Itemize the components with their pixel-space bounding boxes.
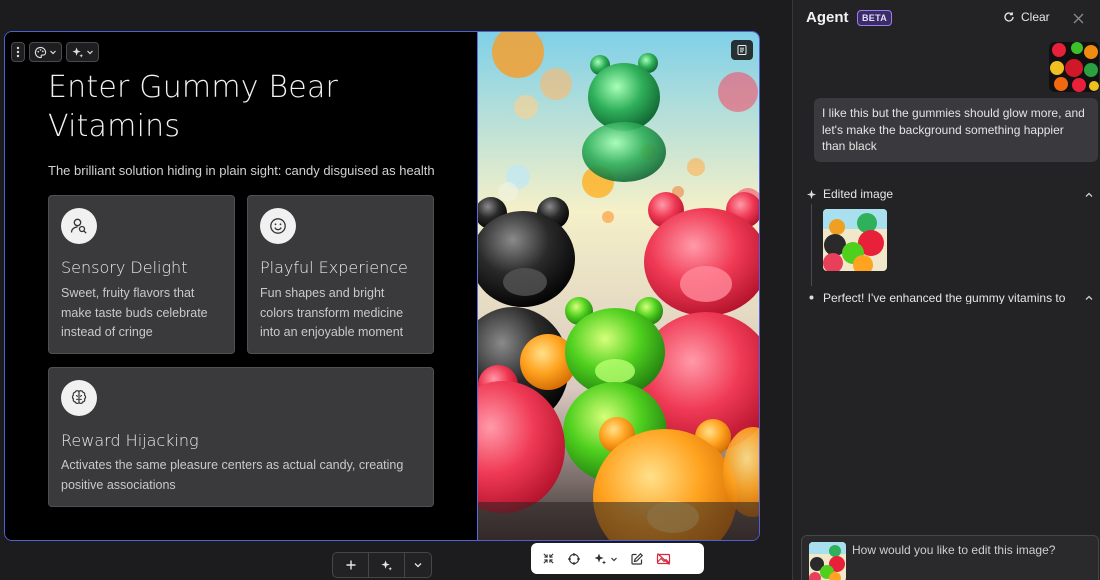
card-text: Sweet, fruity flavors that make taste bu… — [61, 286, 208, 339]
beta-badge: BETA — [857, 10, 893, 26]
feature-card[interactable]: Reward Hijacking Activates the same plea… — [48, 367, 434, 507]
ai-generate-button[interactable] — [369, 553, 405, 577]
vertical-dots-icon — [16, 46, 20, 58]
sparkle-icon — [72, 46, 84, 58]
slide-title[interactable]: Enter Gummy Bear Vitamins — [48, 68, 448, 146]
close-button[interactable] — [1073, 11, 1084, 27]
bullet-dot-icon — [809, 295, 814, 300]
more-options-button[interactable] — [11, 42, 25, 62]
step-label: Edited image — [823, 187, 894, 201]
chevron-down-icon — [611, 557, 617, 561]
crosshair-icon — [568, 552, 580, 565]
ai-magic-button[interactable] — [66, 42, 99, 62]
agent-reply-text: Perfect! I've enhanced the gummy vitamin… — [823, 291, 1066, 304]
canvas-area: Enter Gummy Bear Vitamins The brilliant … — [0, 0, 792, 580]
close-icon — [1073, 13, 1084, 24]
chevron-up-icon — [1085, 192, 1093, 197]
agent-panel: Agent BETA Clear I like this but the gum… — [792, 0, 1100, 580]
agent-title: Agent — [806, 9, 849, 26]
slide-text-panel[interactable]: Enter Gummy Bear Vitamins The brilliant … — [5, 32, 477, 540]
chevron-down-icon — [87, 50, 93, 55]
step-agent-reply[interactable]: Perfect! I've enhanced the gummy vitamin… — [806, 291, 1094, 304]
sparkle-icon — [381, 559, 393, 571]
pencil-square-icon — [631, 552, 644, 565]
card-text: Fun shapes and bright colors transform m… — [260, 286, 404, 339]
collapse-arrows-icon — [543, 553, 554, 564]
input-image-thumbnail[interactable] — [809, 542, 846, 580]
add-options-dropdown[interactable] — [405, 553, 431, 577]
collapse-button[interactable] — [537, 548, 560, 570]
chevron-down-icon — [414, 563, 422, 568]
step-connector — [811, 204, 812, 286]
sparkle-icon — [806, 189, 817, 199]
attached-image-thumbnail[interactable] — [1049, 42, 1099, 92]
person-search-icon — [61, 208, 97, 244]
document-icon — [737, 45, 747, 55]
edited-image-thumbnail[interactable] — [823, 209, 887, 271]
edit-image-button[interactable] — [625, 548, 649, 570]
clear-label: Clear — [1021, 10, 1050, 24]
remove-image-button[interactable] — [651, 548, 676, 570]
image-off-icon — [656, 552, 671, 565]
image-notes-button[interactable] — [731, 40, 753, 60]
user-message: I like this but the gummies should glow … — [814, 98, 1098, 162]
slide-toolbar — [11, 42, 99, 62]
card-text: Activates the same pleasure centers as a… — [61, 458, 404, 492]
gummy-bears-image — [478, 32, 759, 540]
refresh-icon — [1004, 12, 1014, 22]
image-toolbar — [531, 543, 704, 574]
brain-icon — [61, 380, 97, 416]
slide-image[interactable] — [477, 32, 759, 540]
slide-add-toolbar — [332, 552, 432, 578]
gummy-thumbnail-image — [1049, 42, 1099, 92]
card-title: Playful Experience — [260, 258, 408, 277]
card-title: Reward Hijacking — [61, 431, 199, 450]
plus-icon — [346, 560, 355, 570]
chat-input[interactable]: How would you like to edit this image? — [801, 535, 1099, 580]
chevron-up-icon — [1085, 295, 1093, 300]
focus-point-button[interactable] — [562, 548, 586, 570]
clear-button[interactable]: Clear — [1003, 10, 1050, 24]
palette-icon — [34, 46, 47, 58]
theme-button[interactable] — [29, 42, 62, 62]
ai-edit-image-button[interactable] — [588, 548, 623, 570]
feature-card[interactable]: Sensory Delight Sweet, fruity flavors th… — [48, 195, 235, 354]
card-title: Sensory Delight — [61, 258, 188, 277]
slide-subtitle[interactable]: The brilliant solution hiding in plain s… — [48, 163, 435, 178]
gummy-edited-thumbnail-image — [823, 209, 887, 271]
smiley-face-icon — [260, 208, 296, 244]
feature-card[interactable]: Playful Experience Fun shapes and bright… — [247, 195, 434, 354]
chat-placeholder: How would you like to edit this image? — [852, 543, 1056, 557]
gummy-input-thumbnail-image — [809, 542, 846, 580]
add-slide-button[interactable] — [333, 553, 369, 577]
sparkle-icon — [594, 553, 606, 564]
slide[interactable]: Enter Gummy Bear Vitamins The brilliant … — [4, 31, 760, 541]
step-edited-image[interactable]: Edited image — [806, 187, 1094, 201]
chevron-down-icon — [50, 50, 56, 55]
